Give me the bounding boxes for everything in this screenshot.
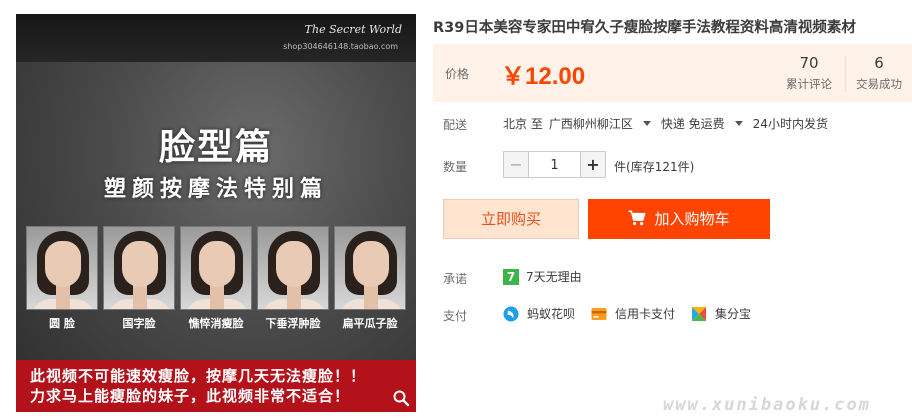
- seven-day-icon: 7: [503, 268, 519, 285]
- face-type-label: 国字脸: [122, 317, 156, 330]
- image-subtitle: 塑颜按摩法特别篇: [103, 177, 328, 202]
- face-type-card: 国字脸: [103, 226, 175, 331]
- payment-jifenbao[interactable]: 集分宝: [691, 305, 751, 322]
- payment-method-label: 蚂蚁花呗: [527, 307, 576, 321]
- cart-icon: [628, 210, 646, 226]
- add-to-cart-button[interactable]: 加入购物车: [588, 199, 770, 239]
- promise-label: 承诺: [443, 272, 468, 286]
- face-photo: [334, 226, 406, 310]
- payment-method-label: 集分宝: [715, 307, 752, 321]
- payment-method-label: 信用卡支付: [615, 307, 676, 321]
- face-photo: [180, 226, 252, 310]
- shipping-row: 北京 至 广西柳州柳江区 快递 免运费 24小时内发货: [503, 115, 834, 132]
- image-brand-text: The Secret World: [304, 23, 402, 36]
- quantity-decrease-button[interactable]: −: [503, 151, 529, 178]
- price-label: 价格: [445, 67, 470, 81]
- price-value: ￥12.00: [501, 63, 586, 90]
- buy-now-button[interactable]: 立即购买: [443, 199, 579, 239]
- product-title: R39日本美容专家田中宥久子瘦脸按摩手法教程资料高清视频素材: [433, 20, 856, 36]
- promise-row[interactable]: 7 7天无理由: [503, 268, 582, 285]
- sales-count: 6: [874, 54, 884, 72]
- ship-from: 北京 至: [503, 117, 543, 131]
- add-to-cart-label: 加入购物车: [654, 210, 730, 228]
- face-photo: [257, 226, 329, 310]
- promise-text: 7天无理由: [526, 270, 582, 284]
- site-watermark: www.xunibaoku.com: [663, 395, 871, 415]
- face-type-card: 扁平瓜子脸: [334, 226, 406, 331]
- banner-line: 此视频不可能速效瘦脸，按摩几天无法瘦脸！！: [30, 367, 367, 385]
- quantity-increase-button[interactable]: +: [580, 151, 606, 178]
- caret-down-icon[interactable]: [642, 121, 651, 126]
- ship-destination-select[interactable]: 广西柳州柳江区: [549, 115, 633, 132]
- caret-down-icon[interactable]: [734, 121, 743, 126]
- quantity-label: 数量: [443, 160, 468, 174]
- quantity-input[interactable]: 1: [528, 151, 581, 178]
- sales-count-stat: 6 交易成功: [846, 54, 912, 92]
- banner-line: 力求马上能瘦脸的妹子，此视频非常不适合！: [30, 387, 351, 405]
- face-type-label: 扁平瓜子脸: [342, 317, 398, 330]
- stock-info: 件(库存121件): [614, 160, 695, 174]
- product-main-image[interactable]: The Secret World shop304646148.taobao.co…: [16, 14, 416, 412]
- zoom-icon[interactable]: [392, 389, 410, 407]
- face-type-card: 下垂浮肿脸: [257, 226, 329, 331]
- image-top-bar: [16, 14, 416, 62]
- face-type-card: 憔悴消瘦脸: [180, 226, 252, 331]
- payment-credit-card[interactable]: 信用卡支付: [591, 305, 675, 322]
- review-count: 70: [799, 54, 819, 72]
- face-photo: [103, 226, 175, 310]
- face-photo: [26, 226, 98, 310]
- face-type-label: 憔悴消瘦脸: [188, 317, 244, 330]
- jifenbao-icon: [692, 306, 707, 321]
- payment-huabei[interactable]: 蚂蚁花呗: [503, 305, 575, 322]
- payment-methods: 蚂蚁花呗 信用卡支付 集分宝: [503, 305, 767, 322]
- image-warning-banner: 此视频不可能速效瘦脸，按摩几天无法瘦脸！！ 力求马上能瘦脸的妹子，此视频非常不适…: [16, 360, 416, 412]
- ship-method-select[interactable]: 快递 免运费: [661, 115, 725, 132]
- shipping-label: 配送: [443, 118, 468, 132]
- image-title: 脸型篇: [158, 127, 273, 168]
- huabei-icon: [503, 306, 519, 321]
- face-types: 圆 脸 国字脸 憔悴消瘦脸 下垂浮肿脸 扁平瓜子脸: [26, 226, 406, 331]
- face-type-label: 圆 脸: [49, 317, 75, 330]
- image-shop-url: shop304646148.taobao.com: [283, 42, 398, 51]
- payment-label: 支付: [443, 309, 468, 323]
- sales-count-label: 交易成功: [856, 77, 902, 91]
- face-type-label: 下垂浮肿脸: [265, 317, 321, 330]
- review-count-stat[interactable]: 70 累计评论: [773, 54, 845, 92]
- credit-card-icon: [591, 307, 607, 320]
- dispatch-time: 24小时内发货: [752, 117, 828, 131]
- face-type-card: 圆 脸: [26, 226, 98, 331]
- price-panel: 价格 ￥12.00 70 累计评论 6 交易成功: [433, 44, 912, 102]
- review-count-label: 累计评论: [786, 77, 832, 91]
